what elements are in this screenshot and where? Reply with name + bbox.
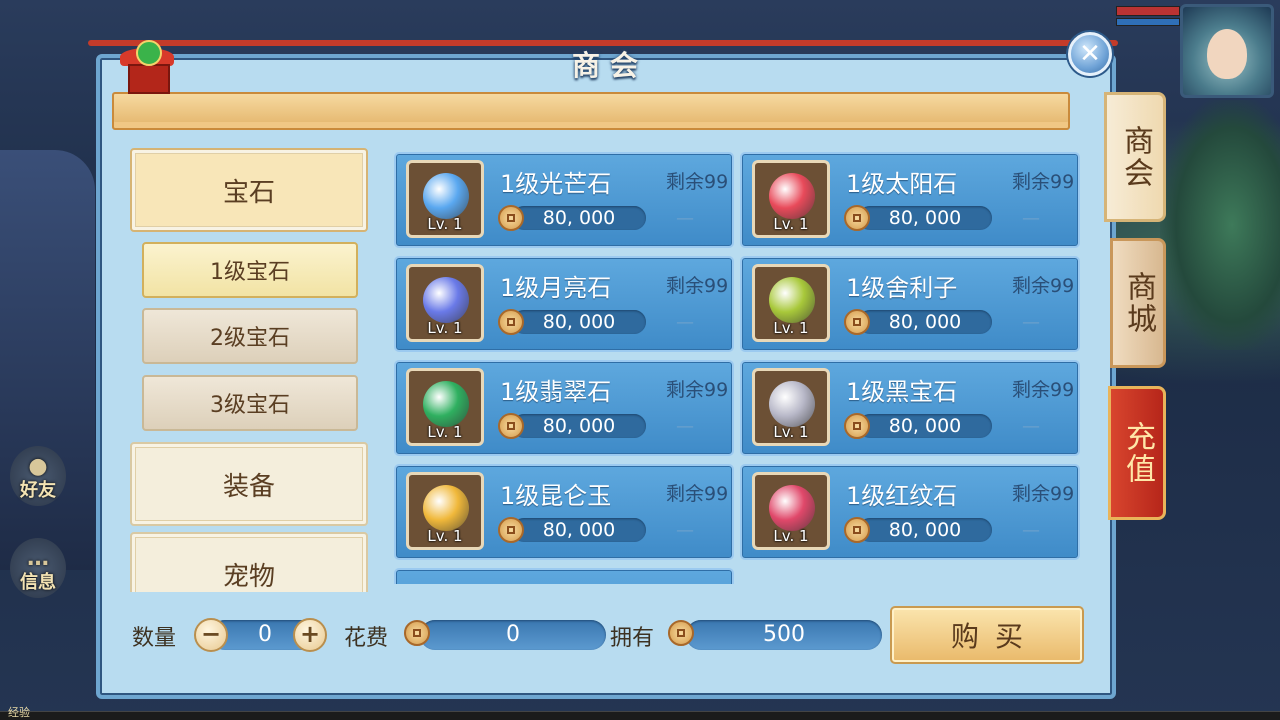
tab-shop[interactable]: 商会 — [1104, 92, 1166, 222]
hp-bar — [1116, 6, 1180, 16]
item-dash: — — [1022, 312, 1040, 333]
gem-icon — [769, 381, 815, 427]
item-dash: — — [676, 208, 694, 229]
shop-title: 商会 — [571, 49, 648, 82]
item-dash: — — [1022, 208, 1040, 229]
category-list-clip: 宠物 — [126, 140, 376, 592]
item-price: 80, 000 — [542, 207, 616, 229]
item-card[interactable]: Lv. 1 1级翡翠石 剩余99 80, 000 — — [394, 360, 734, 456]
item-name: 1级昆仑玉 — [500, 482, 612, 510]
item-name: 1级黑宝石 — [846, 378, 958, 406]
item-icon-frame: Lv. 1 — [752, 472, 830, 550]
item-icon-frame: Lv. 1 — [406, 368, 484, 446]
owned-value: 500 — [686, 620, 882, 650]
item-level: Lv. 1 — [427, 527, 463, 545]
item-icon-frame: Lv. 1 — [406, 472, 484, 550]
tab-recharge[interactable]: 充值 — [1108, 386, 1166, 520]
item-stock: 剩余99 — [1012, 171, 1075, 193]
gem-icon — [423, 173, 469, 219]
messages-label: 信息 — [20, 572, 56, 593]
friends-icon: ● — [28, 454, 48, 479]
item-level: Lv. 1 — [773, 319, 809, 337]
close-icon: ✕ — [1079, 39, 1101, 69]
item-stock: 剩余99 — [666, 483, 729, 505]
item-name: 1级月亮石 — [500, 274, 612, 302]
friends-label: 好友 — [20, 480, 56, 501]
item-level: Lv. 1 — [773, 423, 809, 441]
item-price: 80, 000 — [542, 415, 616, 437]
item-card[interactable]: Lv. 1 1级光芒石 剩余99 80, 000 — — [394, 152, 734, 248]
owned-label: 拥有 — [610, 626, 655, 651]
item-price: 80, 000 — [542, 519, 616, 541]
item-stock: 剩余99 — [1012, 483, 1075, 505]
item-stock: 剩余99 — [666, 171, 729, 193]
item-name: 1级太阳石 — [846, 170, 958, 198]
chat-bubble-icon: … — [27, 546, 49, 571]
item-card[interactable]: Lv. 1 1级昆仑玉 剩余99 80, 000 — — [394, 464, 734, 560]
minus-button[interactable]: − — [194, 618, 228, 652]
item-icon-frame: Lv. 1 — [406, 264, 484, 342]
item-dash: — — [676, 416, 694, 437]
item-stock: 剩余99 — [1012, 379, 1075, 401]
item-price: 80, 000 — [888, 415, 962, 437]
item-card[interactable]: Lv. 1 1级红纹石 剩余99 80, 000 — — [740, 464, 1080, 560]
item-card[interactable]: Lv. 1 1级黑宝石 剩余99 80, 000 — — [740, 360, 1080, 456]
item-price: 80, 000 — [542, 311, 616, 333]
coin-icon — [404, 620, 430, 646]
item-card[interactable]: Lv. 1 1级舍利子 剩余99 80, 000 — — [740, 256, 1080, 352]
item-level: Lv. 1 — [427, 319, 463, 337]
mp-bar — [1116, 18, 1180, 26]
exp-bar — [0, 711, 1280, 720]
cost-value: 0 — [420, 620, 606, 650]
item-dash: — — [1022, 520, 1040, 541]
item-icon-frame: Lv. 1 — [752, 368, 830, 446]
item-price: 80, 000 — [888, 519, 962, 541]
gem-icon — [423, 381, 469, 427]
item-name: 1级翡翠石 — [500, 378, 612, 406]
coin-icon — [668, 620, 694, 646]
quantity-label: 数量 — [132, 626, 177, 651]
item-level: Lv. 1 — [773, 215, 809, 233]
header-banner — [112, 92, 1070, 130]
item-stock: 剩余99 — [666, 275, 729, 297]
messages-button[interactable]: … 信息 — [10, 538, 66, 598]
gem-icon — [769, 485, 815, 531]
item-level: Lv. 1 — [427, 423, 463, 441]
item-level: Lv. 1 — [427, 215, 463, 233]
close-button[interactable]: ✕ — [1068, 32, 1112, 76]
item-level: Lv. 1 — [773, 527, 809, 545]
buy-button[interactable]: 购买 — [890, 606, 1084, 664]
item-card-partial[interactable] — [394, 568, 734, 584]
item-dash: — — [676, 312, 694, 333]
item-card[interactable]: Lv. 1 1级月亮石 剩余99 80, 000 — — [394, 256, 734, 352]
item-name: 1级红纹石 — [846, 482, 958, 510]
item-icon-frame: Lv. 1 — [752, 160, 830, 238]
item-dash: — — [676, 520, 694, 541]
item-price: 80, 000 — [888, 311, 962, 333]
item-card[interactable]: Lv. 1 1级太阳石 剩余99 80, 000 — — [740, 152, 1080, 248]
item-icon-frame: Lv. 1 — [752, 264, 830, 342]
tab-mall[interactable]: 商城 — [1110, 238, 1166, 368]
gem-icon — [769, 277, 815, 323]
item-icon-frame: Lv. 1 — [406, 160, 484, 238]
background-tree — [1160, 100, 1280, 350]
item-dash: — — [1022, 416, 1040, 437]
background-building — [0, 150, 95, 570]
item-stock: 剩余99 — [666, 379, 729, 401]
friends-button[interactable]: ● 好友 — [10, 446, 66, 506]
item-stock: 剩余99 — [1012, 275, 1075, 297]
category-pet[interactable]: 宠物 — [130, 532, 368, 592]
gem-icon — [423, 277, 469, 323]
exp-label: 经验 — [8, 706, 30, 719]
gem-icon — [769, 173, 815, 219]
item-name: 1级舍利子 — [846, 274, 958, 302]
gem-icon — [423, 485, 469, 531]
cost-label: 花费 — [344, 626, 389, 651]
item-name: 1级光芒石 — [500, 170, 612, 198]
item-price: 80, 000 — [888, 207, 962, 229]
plus-button[interactable]: + — [293, 618, 327, 652]
item-grid[interactable]: Lv. 1 1级光芒石 剩余99 80, 000— Lv. 1 1级太阳石 剩余99 80, … — [394, 148, 1088, 584]
